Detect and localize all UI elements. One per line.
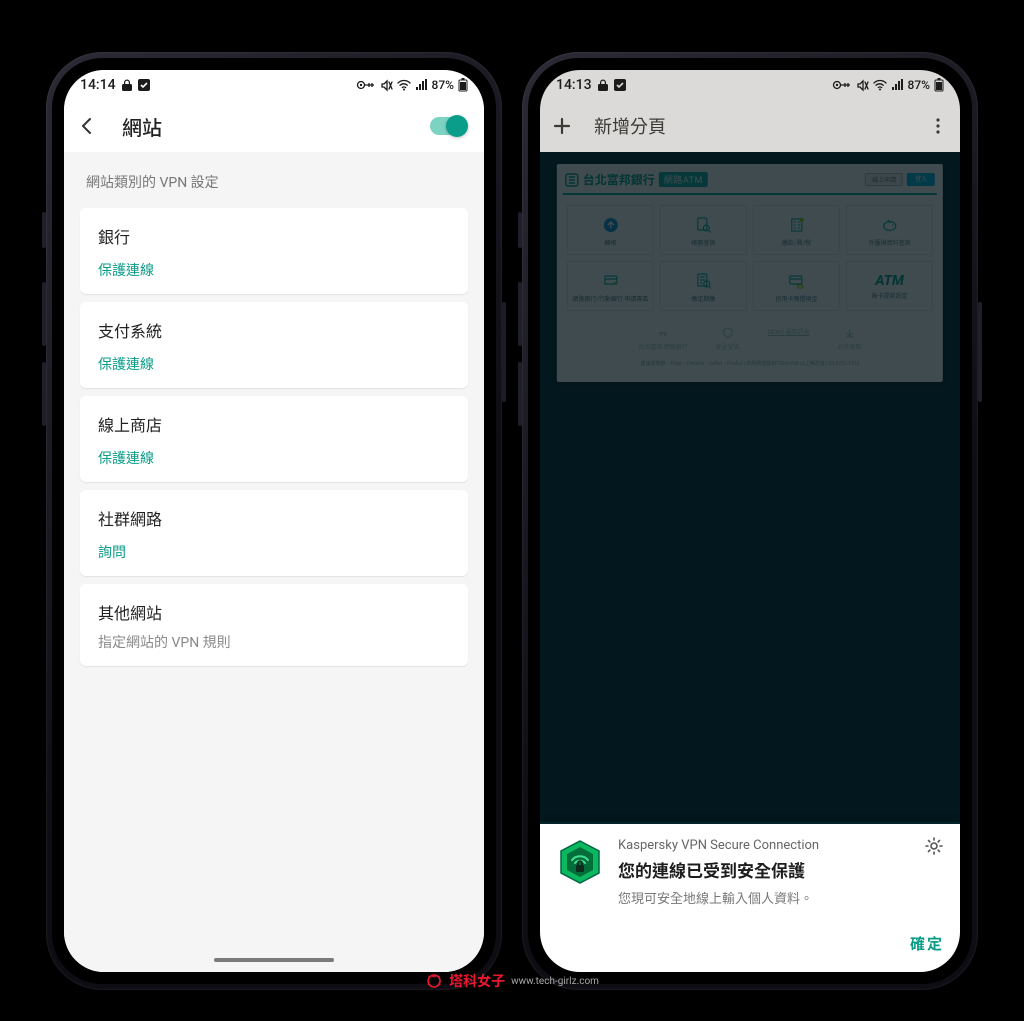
webview: 台北富邦銀行 網路ATM 線上申請 登入 轉帳 帳務查詢 繳款/費/稅 [540, 152, 960, 822]
side-button [518, 282, 522, 346]
card-subtitle: 保護連線 [98, 260, 450, 280]
battery-icon [934, 78, 944, 92]
signal-icon [415, 79, 428, 91]
toast-app-name: Kaspersky VPN Secure Connection [618, 838, 944, 853]
status-bar: 14:13 87% [540, 70, 960, 100]
signal-icon [891, 79, 904, 91]
card-title: 線上商店 [98, 412, 450, 436]
lock-icon [598, 79, 608, 91]
watermark-url: www.tech-girlz.com [511, 976, 599, 987]
status-time: 14:14 [80, 77, 116, 93]
app-bar: 網站 [64, 100, 484, 152]
card-social[interactable]: 社群網路 詢問 [80, 490, 468, 576]
watermark-text: 塔科女子 [449, 971, 505, 991]
side-button [978, 302, 982, 402]
check-icon [614, 79, 626, 91]
card-bank[interactable]: 銀行 保護連線 [80, 208, 468, 294]
dim-overlay[interactable] [540, 152, 960, 822]
vpn-toast: Kaspersky VPN Secure Connection 您的連線已受到安… [540, 824, 960, 972]
card-subtitle-muted: 指定網站的 VPN 規則 [98, 632, 450, 652]
mute-icon [856, 79, 869, 92]
toast-title: 您的連線已受到安全保護 [618, 857, 944, 882]
card-shop[interactable]: 線上商店 保護連線 [80, 396, 468, 482]
card-title: 銀行 [98, 224, 450, 248]
check-icon [138, 79, 150, 91]
side-button [42, 282, 46, 346]
more-button[interactable] [926, 114, 950, 138]
card-subtitle: 詢問 [98, 542, 450, 562]
toast-confirm-button[interactable]: 確定 [556, 933, 944, 954]
side-button [42, 362, 46, 426]
toast-subtitle: 您現可安全地線上輸入個人資料。 [618, 888, 944, 907]
vpn-key-icon [356, 79, 376, 91]
back-button[interactable] [76, 114, 100, 138]
status-bar: 14:14 87% [64, 70, 484, 100]
card-title: 支付系統 [98, 318, 450, 342]
phone-frame-left: 14:14 87% [46, 52, 502, 990]
gear-icon [924, 836, 944, 856]
card-subtitle: 保護連線 [98, 354, 450, 374]
card-other[interactable]: 其他網站 指定網站的 VPN 規則 [80, 584, 468, 666]
side-button [518, 362, 522, 426]
status-battery-text: 87% [908, 78, 930, 92]
home-indicator[interactable] [214, 958, 334, 962]
card-subtitle: 保護連線 [98, 448, 450, 468]
browser-bar: 新增分頁 [540, 100, 960, 152]
section-caption: 網站類別的 VPN 設定 [80, 162, 468, 208]
mute-icon [380, 79, 393, 92]
vpn-key-icon [832, 79, 852, 91]
tab-title: 新增分頁 [594, 113, 666, 139]
status-battery-text: 87% [432, 78, 454, 92]
status-time: 14:13 [556, 77, 592, 93]
new-tab-button[interactable] [550, 114, 574, 138]
wifi-icon [397, 79, 411, 91]
card-title: 社群網路 [98, 506, 450, 530]
lock-icon [122, 79, 132, 91]
side-button [518, 212, 522, 248]
card-payment[interactable]: 支付系統 保護連線 [80, 302, 468, 388]
wifi-icon [873, 79, 887, 91]
side-button [502, 302, 506, 402]
toast-settings-button[interactable] [924, 836, 944, 860]
phone-frame-right: 14:13 87% [522, 52, 978, 990]
side-button [42, 212, 46, 248]
watermark: 塔科女子 www.tech-girlz.com [425, 971, 599, 991]
vpn-shield-icon [556, 838, 604, 886]
battery-icon [458, 78, 468, 92]
card-title: 其他網站 [98, 600, 450, 624]
watermark-icon [425, 972, 443, 990]
master-toggle[interactable] [430, 117, 466, 135]
page-title: 網站 [122, 112, 162, 141]
